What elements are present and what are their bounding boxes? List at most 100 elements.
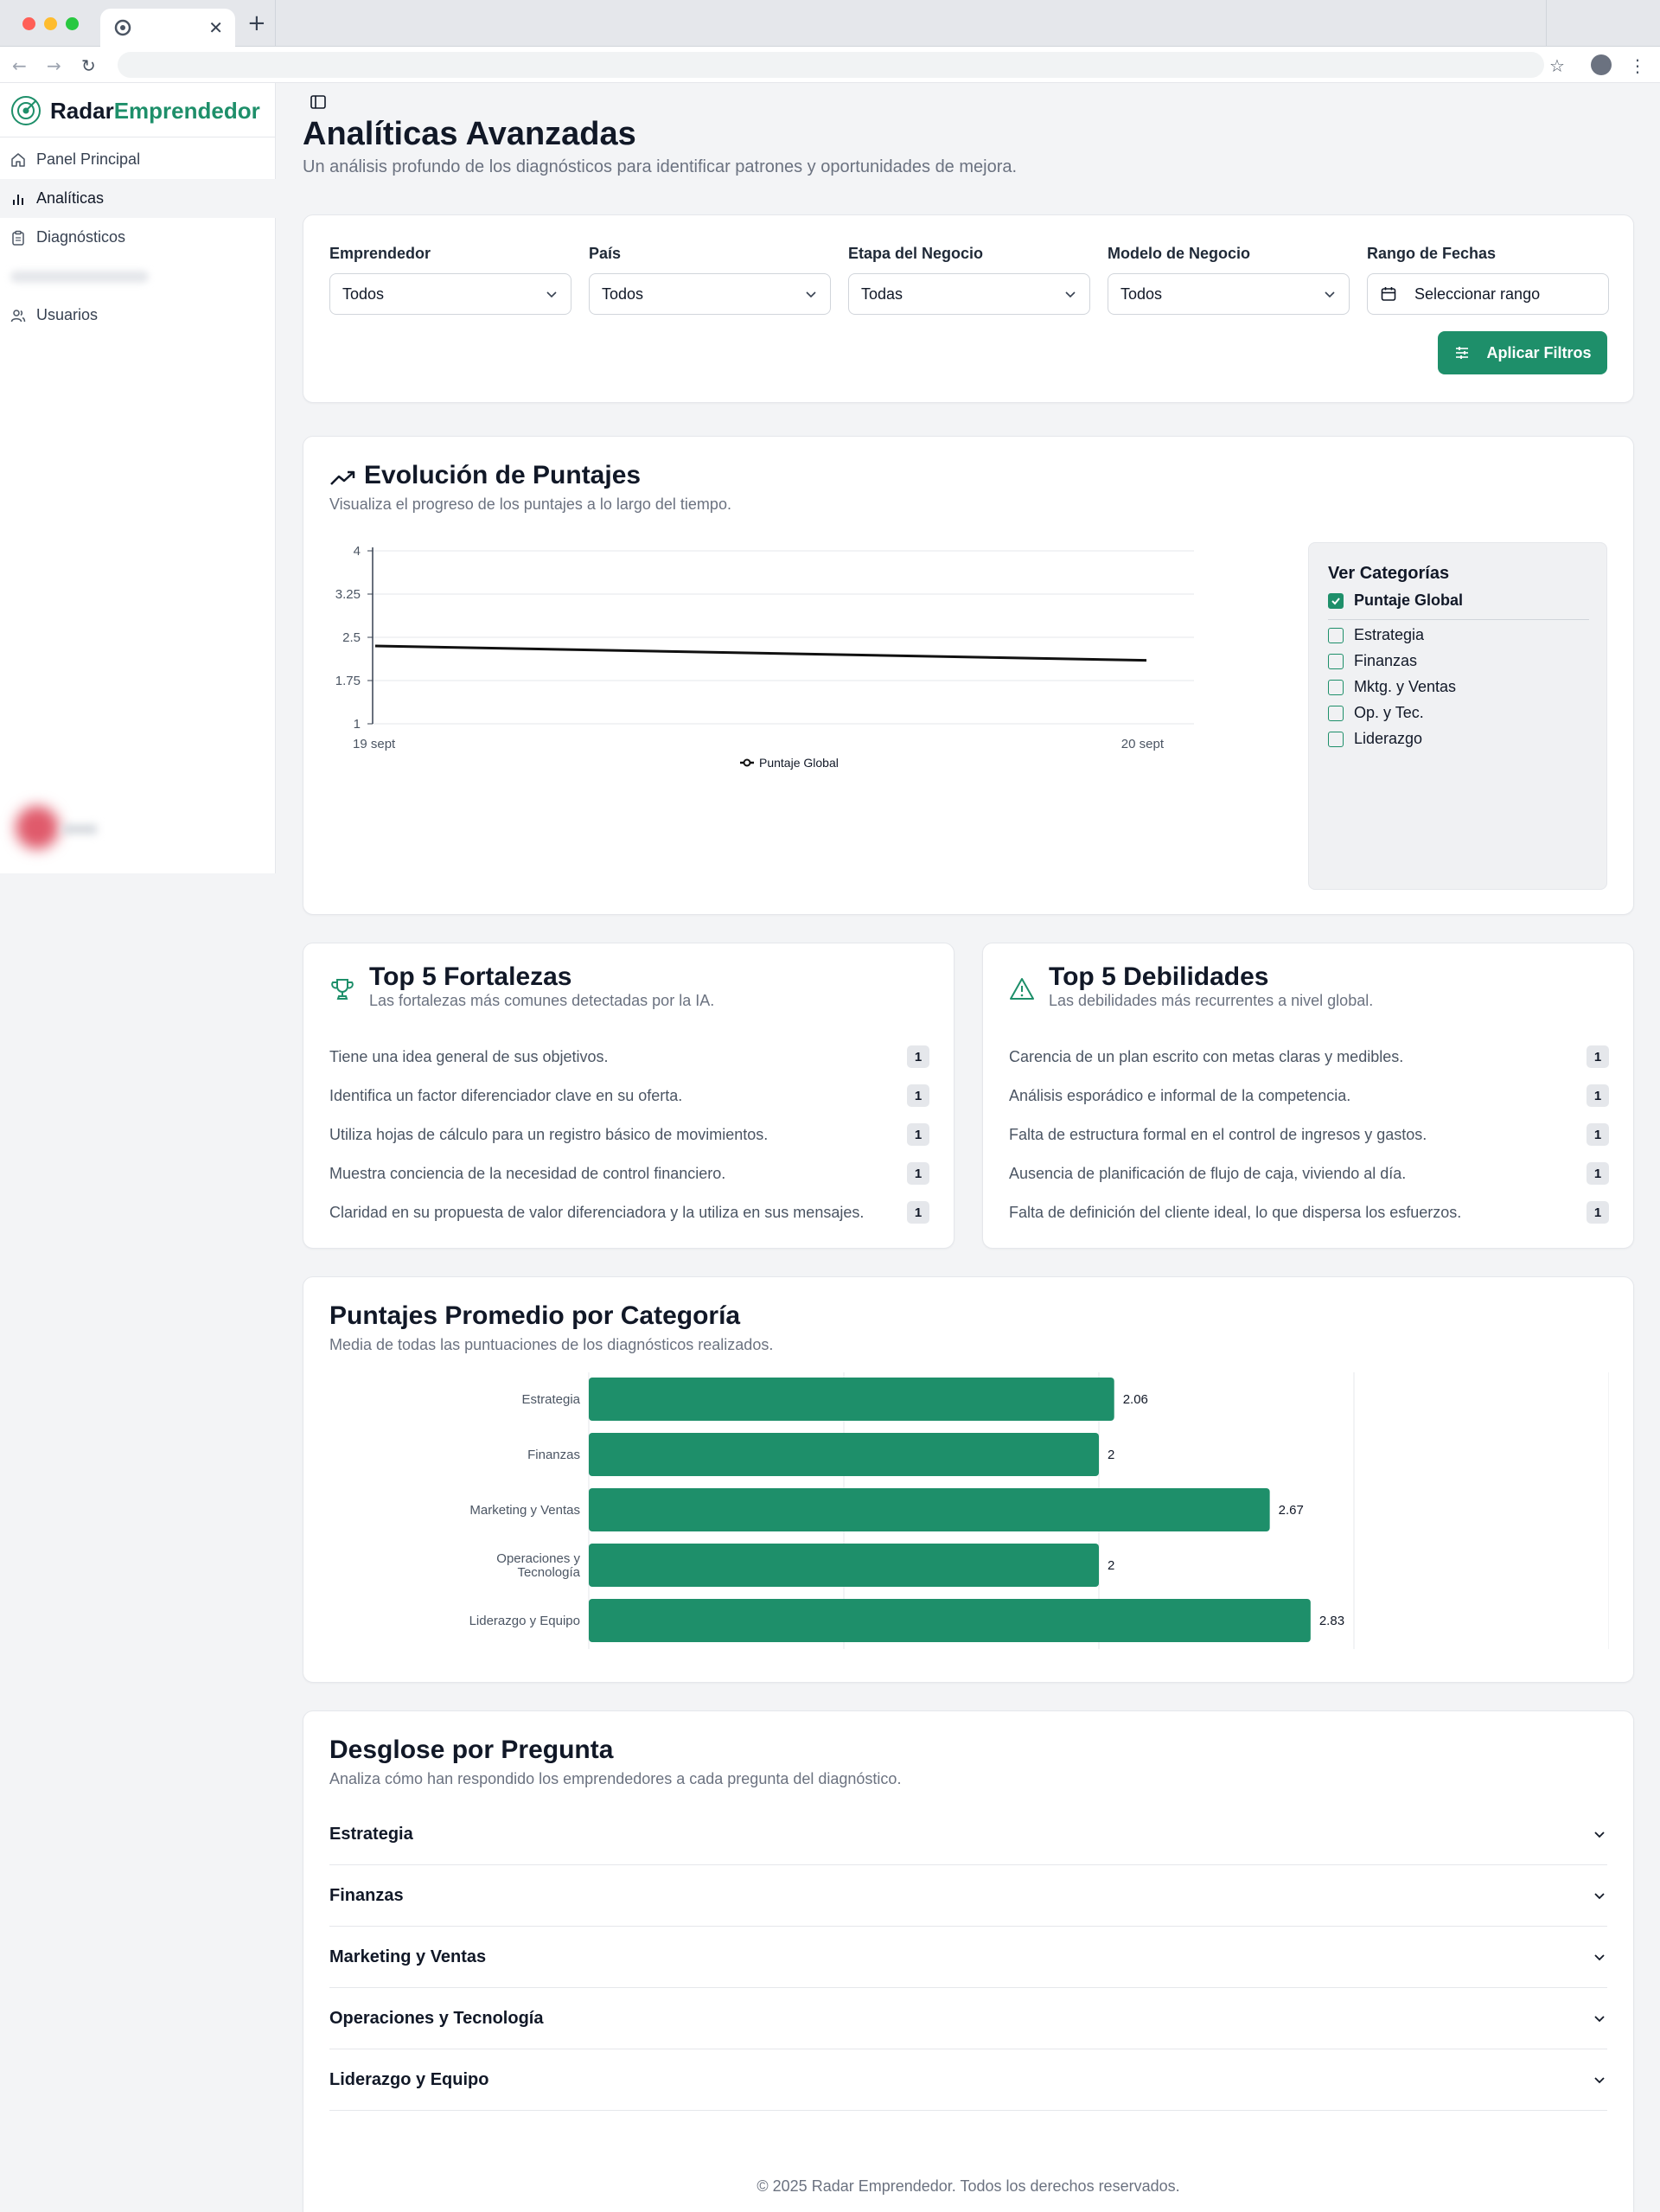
sidebar-item-usuarios[interactable]: Usuarios bbox=[0, 296, 276, 335]
y-tick-label: 2.5 bbox=[342, 630, 361, 645]
category-label: Op. y Tec. bbox=[1354, 704, 1424, 721]
avatar[interactable] bbox=[16, 806, 59, 849]
select-value: Todos bbox=[342, 284, 385, 303]
emprendedor-select[interactable]: Todos bbox=[329, 273, 571, 315]
filter-label: Emprendedor bbox=[329, 245, 431, 262]
series-line bbox=[374, 644, 1147, 662]
y-tick-label: 4 bbox=[354, 544, 361, 559]
sidebar-item-panel-principal[interactable]: Panel Principal bbox=[0, 140, 276, 179]
line-chart: 1 1.75 2.5 3.25 4 19 sept 20 sept Puntaje Globa… bbox=[335, 544, 1194, 770]
profile-icon[interactable] bbox=[1591, 54, 1612, 75]
accordion-item-finanzas[interactable]: Finanzas bbox=[329, 1865, 1607, 1927]
checkbox-icon[interactable] bbox=[1328, 705, 1344, 721]
home-icon bbox=[11, 152, 25, 167]
pais-select[interactable]: Todos bbox=[589, 273, 831, 315]
category-label: Operaciones y bbox=[496, 1551, 580, 1566]
averages-title: Puntajes Promedio por Categoría bbox=[329, 1301, 741, 1330]
accordion-label: Estrategia bbox=[329, 1824, 413, 1844]
maximize-window-button[interactable] bbox=[66, 17, 79, 30]
close-tab-icon[interactable]: ✕ bbox=[208, 17, 223, 38]
sidebar-item-blurred[interactable] bbox=[0, 257, 276, 296]
blurred-text bbox=[10, 270, 149, 283]
category-toggle-op-tec[interactable]: Op. y Tec. bbox=[1328, 704, 1424, 722]
category-toggle-finanzas[interactable]: Finanzas bbox=[1328, 652, 1417, 670]
sidebar-toggle-icon[interactable] bbox=[310, 93, 327, 111]
trophy-icon bbox=[331, 979, 354, 1000]
list-item: Falta de estructura formal en el control… bbox=[1009, 1123, 1609, 1146]
strength-text: Tiene una idea general de sus objetivos. bbox=[329, 1047, 609, 1065]
browser-tab-bar: ✕ + bbox=[0, 0, 1660, 47]
divider bbox=[1546, 0, 1547, 47]
apply-filters-button[interactable]: Aplicar Filtros bbox=[1438, 331, 1607, 374]
sidebar: RadarEmprendedor Panel Principal Analíti… bbox=[0, 83, 276, 873]
category-label: Tecnología bbox=[517, 1565, 580, 1580]
brand-logo[interactable]: RadarEmprendedor bbox=[10, 95, 260, 126]
sidebar-item-diagnosticos[interactable]: Diagnósticos bbox=[0, 218, 276, 257]
count-badge: 1 bbox=[1587, 1201, 1609, 1224]
accordion-item-marketing-ventas[interactable]: Marketing y Ventas bbox=[329, 1927, 1607, 1988]
date-range-button[interactable]: Seleccionar rango bbox=[1367, 273, 1609, 315]
weakness-text: Carencia de un plan escrito con metas cl… bbox=[1009, 1047, 1404, 1065]
category-label: Finanzas bbox=[1354, 652, 1418, 669]
bar bbox=[589, 1488, 1270, 1531]
accordion-item-operaciones-tecnologia[interactable]: Operaciones y Tecnología bbox=[329, 1988, 1607, 2049]
chevron-down-icon bbox=[1065, 291, 1076, 298]
page-subtitle: Un análisis profundo de los diagnósticos… bbox=[303, 157, 1018, 176]
etapa-select[interactable]: Todas bbox=[848, 273, 1090, 315]
filters-card: Emprendedor Todos País Todos Etapa del N… bbox=[303, 214, 1634, 403]
strengths-subtitle: Las fortalezas más comunes detectadas po… bbox=[369, 992, 715, 1009]
weaknesses-subtitle: Las debilidades más recurrentes a nivel … bbox=[1049, 992, 1374, 1009]
minimize-window-button[interactable] bbox=[44, 17, 57, 30]
forward-icon[interactable]: → bbox=[47, 55, 61, 76]
category-label: Puntaje Global bbox=[1354, 591, 1464, 609]
weaknesses-card: Top 5 Debilidades Las debilidades más re… bbox=[982, 943, 1634, 1249]
accordion-item-estrategia[interactable]: Estrategia bbox=[329, 1804, 1607, 1865]
category-toggle-puntaje-global[interactable]: Puntaje Global bbox=[1328, 591, 1463, 610]
sidebar-item-analiticas[interactable]: Analíticas bbox=[0, 179, 276, 218]
breakdown-card: Desglose por Pregunta Analiza cómo han r… bbox=[303, 1710, 1634, 2212]
category-toggle-liderazgo[interactable]: Liderazgo bbox=[1328, 730, 1422, 748]
reload-icon[interactable]: ↻ bbox=[81, 55, 96, 76]
bar-value-label: 2 bbox=[1108, 1558, 1114, 1573]
count-badge: 1 bbox=[907, 1162, 929, 1185]
list-item: Análisis esporádico e informal de la com… bbox=[1009, 1084, 1609, 1107]
close-window-button[interactable] bbox=[22, 17, 35, 30]
clipboard-icon bbox=[12, 230, 24, 246]
sidebar-item-label: Usuarios bbox=[36, 306, 99, 323]
category-toggle-mktg-ventas[interactable]: Mktg. y Ventas bbox=[1328, 678, 1456, 696]
chevron-down-icon bbox=[1325, 291, 1335, 298]
accordion-label: Finanzas bbox=[329, 1885, 404, 1905]
category-toggle-estrategia[interactable]: Estrategia bbox=[1328, 626, 1424, 644]
count-badge: 1 bbox=[1587, 1162, 1609, 1185]
strength-text: Identifica un factor diferenciador clave… bbox=[329, 1086, 683, 1104]
accordion-item-liderazgo-equipo[interactable]: Liderazgo y Equipo bbox=[329, 2049, 1607, 2111]
menu-kebab-icon[interactable]: ⋮ bbox=[1629, 55, 1646, 76]
address-bar[interactable] bbox=[118, 52, 1544, 78]
list-item: Tiene una idea general de sus objetivos.… bbox=[329, 1045, 929, 1068]
list-item: Falta de definición del cliente ideal, l… bbox=[1009, 1201, 1609, 1224]
checkbox-icon[interactable] bbox=[1328, 731, 1344, 747]
x-tick-label: 19 sept bbox=[353, 737, 396, 751]
new-tab-icon[interactable]: + bbox=[247, 10, 266, 36]
checkbox-icon[interactable] bbox=[1328, 653, 1344, 669]
averages-subtitle: Media de todas las puntuaciones de los d… bbox=[329, 1336, 774, 1353]
filter-label: Etapa del Negocio bbox=[848, 245, 984, 262]
brand-name-part1: Radar bbox=[50, 97, 114, 124]
bookmark-star-icon[interactable]: ☆ bbox=[1549, 55, 1565, 76]
list-item: Utiliza hojas de cálculo para un registr… bbox=[329, 1123, 929, 1146]
chevron-down-icon bbox=[1594, 1893, 1605, 1900]
filter-label: País bbox=[589, 245, 622, 262]
count-badge: 1 bbox=[907, 1084, 929, 1107]
checkbox-icon[interactable] bbox=[1328, 627, 1344, 643]
back-icon[interactable]: ← bbox=[12, 55, 27, 76]
filter-modelo: Modelo de Negocio Todos bbox=[1108, 245, 1350, 315]
modelo-select[interactable]: Todos bbox=[1108, 273, 1350, 315]
category-label: Mktg. y Ventas bbox=[1354, 678, 1457, 695]
browser-tab[interactable]: ✕ bbox=[100, 9, 235, 47]
checkbox-checked-icon[interactable] bbox=[1328, 592, 1344, 609]
y-tick-label: 1 bbox=[354, 717, 361, 732]
checkbox-icon[interactable] bbox=[1328, 679, 1344, 695]
chevron-down-icon bbox=[1594, 2077, 1605, 2084]
page-title: Analíticas Avanzadas bbox=[303, 116, 636, 152]
filter-etapa: Etapa del Negocio Todas bbox=[848, 245, 1090, 315]
